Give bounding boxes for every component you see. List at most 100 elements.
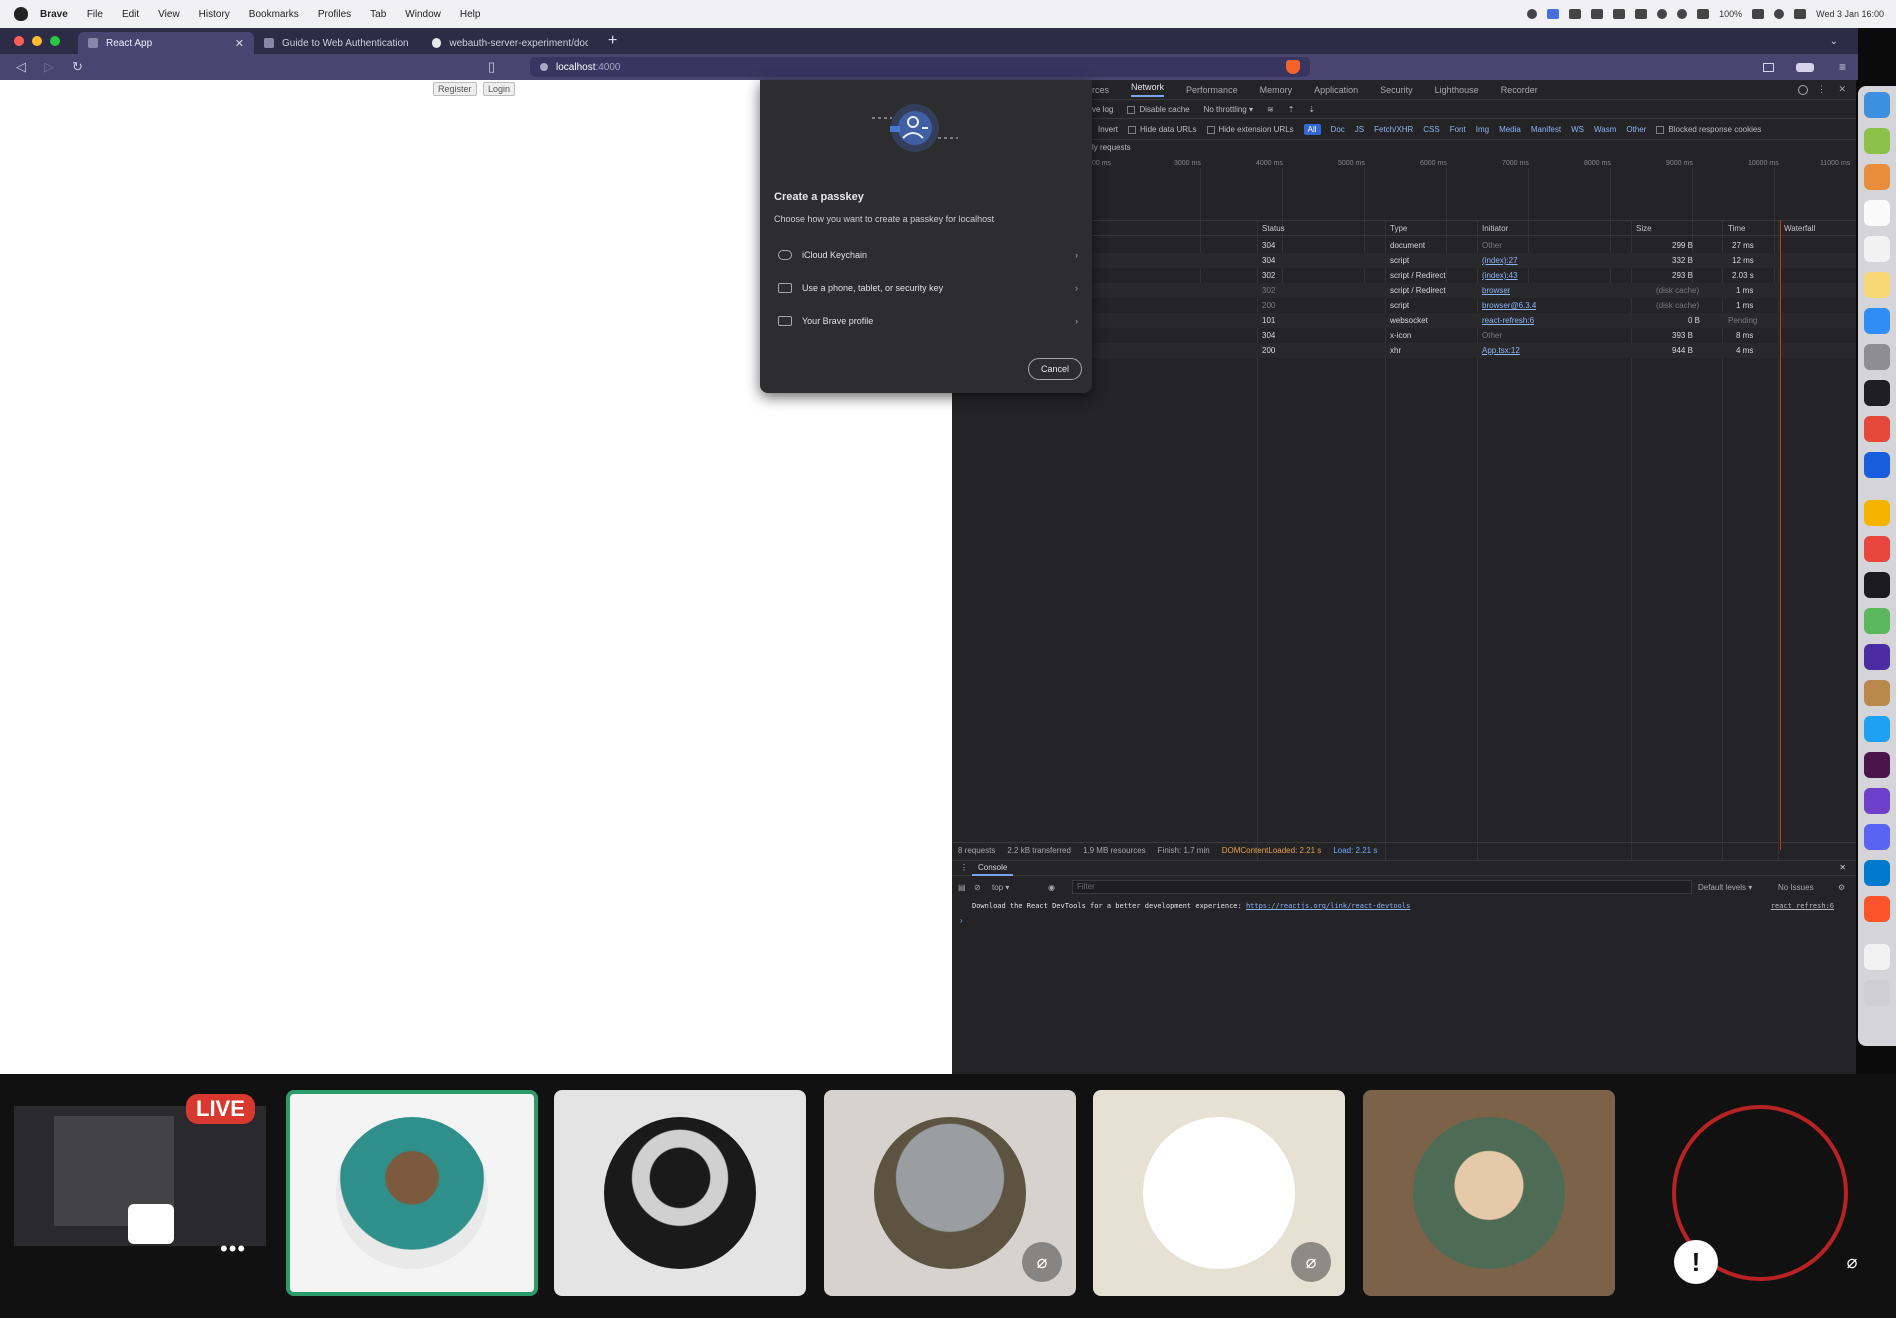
col-status[interactable]: Status <box>1262 224 1285 233</box>
reminders-icon[interactable] <box>1864 236 1890 262</box>
more-options-icon[interactable]: ⋮ <box>1817 84 1826 95</box>
row-initiator-link[interactable]: App.tsx:12 <box>1482 346 1520 355</box>
apple-icon[interactable] <box>14 7 28 21</box>
bitwarden-icon[interactable] <box>1864 452 1890 478</box>
live-expression-eye-icon[interactable]: ◉ <box>1048 883 1055 892</box>
hide-extension-urls[interactable]: Hide extension URLs <box>1206 125 1294 134</box>
vpn-icon[interactable] <box>1796 62 1814 72</box>
sketch-icon[interactable] <box>1864 500 1890 526</box>
filter-other[interactable]: Other <box>1626 125 1646 134</box>
blocked-cookies[interactable]: Blocked response cookies <box>1656 125 1761 134</box>
v-app-icon[interactable] <box>1864 608 1890 634</box>
row-initiator-link[interactable]: (index):27 <box>1482 256 1518 265</box>
register-button[interactable]: Register <box>433 82 477 96</box>
preserve-log-label[interactable]: ve log <box>1092 105 1113 114</box>
vscode-icon[interactable] <box>1864 860 1890 886</box>
col-size[interactable]: Size <box>1636 224 1652 233</box>
memory-icon[interactable] <box>1591 9 1604 19</box>
brave-shields-icon[interactable] <box>1286 60 1300 74</box>
notebook-icon[interactable] <box>1864 680 1890 706</box>
console-prompt-icon[interactable]: › <box>960 916 963 925</box>
row-initiator-link[interactable]: browser <box>1482 286 1510 295</box>
tab-search-chevron-icon[interactable]: ⌄ <box>1830 36 1838 47</box>
close-devtools-icon[interactable]: ✕ <box>1838 84 1846 95</box>
tab-recorder[interactable]: Recorder <box>1501 85 1538 95</box>
terminal-icon[interactable] <box>1864 380 1890 406</box>
finder-icon[interactable] <box>1864 92 1890 118</box>
tab-webauthn-guide[interactable]: Guide to Web Authentication <box>254 32 422 54</box>
slack-icon[interactable] <box>1864 752 1890 778</box>
u-app-icon[interactable] <box>1864 572 1890 598</box>
calendar-app-icon[interactable] <box>1864 200 1890 226</box>
record-icon[interactable] <box>1527 9 1538 19</box>
filter-doc[interactable]: Doc <box>1331 125 1345 134</box>
pinwheel-icon[interactable] <box>1864 536 1890 562</box>
import-har-icon[interactable]: ⇡ <box>1288 105 1295 114</box>
option-phone-security-key[interactable]: Use a phone, tablet, or security key › <box>760 273 1092 303</box>
row-initiator-link[interactable]: browser@6.3.4 <box>1482 301 1536 310</box>
sidebar-toggle-icon[interactable] <box>1763 62 1774 72</box>
filter-js[interactable]: JS <box>1355 125 1364 134</box>
filter-ws[interactable]: WS <box>1571 125 1584 134</box>
console-source-link[interactable]: react_refresh:6 <box>1771 898 1834 914</box>
reload-icon[interactable]: ↻ <box>72 59 84 75</box>
github-desktop-icon[interactable] <box>1864 788 1890 814</box>
filter-manifest[interactable]: Manifest <box>1531 125 1561 134</box>
tab-lighthouse[interactable]: Lighthouse <box>1435 85 1479 95</box>
tab-application[interactable]: Application <box>1314 85 1358 95</box>
throttling-select[interactable]: No throttling ▾ <box>1204 105 1253 114</box>
filter-fetch-xhr[interactable]: Fetch/XHR <box>1374 125 1413 134</box>
trash-icon[interactable] <box>1864 980 1890 1006</box>
third-party-requests-label[interactable]: ly requests <box>1092 143 1131 152</box>
menu-app-name[interactable]: Brave <box>40 9 68 20</box>
more-options-icon[interactable]: ••• <box>220 1236 246 1262</box>
screen-share-icon[interactable] <box>1547 9 1560 19</box>
arc-icon[interactable] <box>1864 644 1890 670</box>
bluetooth-icon[interactable] <box>1657 9 1668 19</box>
row-initiator-link[interactable]: (index):43 <box>1482 271 1518 280</box>
issues-count[interactable]: No Issues <box>1778 883 1814 892</box>
react-devtools-link[interactable]: https://reactjs.org/link/react-devtools <box>1246 902 1410 910</box>
participant-tile[interactable]: ⌀ <box>1093 1090 1345 1296</box>
context-select[interactable]: top ▾ <box>992 883 1009 892</box>
battery-icon[interactable] <box>1752 9 1765 19</box>
app-store-icon[interactable] <box>1864 308 1890 334</box>
login-button[interactable]: Login <box>483 82 516 96</box>
export-har-icon[interactable]: ⇣ <box>1308 105 1315 114</box>
close-window-button[interactable] <box>14 36 24 46</box>
filter-media[interactable]: Media <box>1499 125 1521 134</box>
brave-icon[interactable] <box>1864 896 1890 922</box>
photos-icon[interactable] <box>1864 164 1890 190</box>
wifi-icon[interactable] <box>1774 9 1785 19</box>
console-filter-input[interactable]: Filter <box>1072 880 1692 894</box>
menu-icon[interactable]: ≡ <box>1839 60 1846 74</box>
settings-gear-icon[interactable] <box>1798 84 1808 95</box>
tab-github-repo[interactable]: webauth-server-experiment/docs/ <box>422 32 598 54</box>
menu-profiles[interactable]: Profiles <box>318 9 351 20</box>
menu-history[interactable]: History <box>199 9 230 20</box>
participant-tile[interactable]: ⌀ <box>824 1090 1076 1296</box>
col-time[interactable]: Time <box>1728 224 1745 233</box>
tab-react-app[interactable]: React App ✕ <box>78 32 254 54</box>
bird-app-icon[interactable] <box>1864 716 1890 742</box>
new-tab-button[interactable]: + <box>608 32 617 50</box>
row-initiator-link[interactable]: react-refresh:6 <box>1482 316 1534 325</box>
zoom-window-button[interactable] <box>50 36 60 46</box>
forward-icon[interactable]: ▷ <box>44 59 56 75</box>
documents-folder-icon[interactable] <box>1864 944 1890 970</box>
filter-wasm[interactable]: Wasm <box>1594 125 1616 134</box>
headphones-icon[interactable] <box>1677 9 1688 19</box>
disable-cache-checkbox[interactable]: Disable cache <box>1127 105 1190 114</box>
console-tab[interactable]: Console <box>972 861 1014 876</box>
console-sidebar-icon[interactable]: ▤ <box>958 883 966 892</box>
tab-network[interactable]: Network <box>1131 82 1165 97</box>
menu-bookmarks[interactable]: Bookmarks <box>249 9 299 20</box>
participant-tile[interactable] <box>1363 1090 1615 1296</box>
back-icon[interactable]: ◁ <box>16 59 28 75</box>
minimize-window-button[interactable] <box>32 36 42 46</box>
invert-filter[interactable]: Invert <box>1098 125 1118 134</box>
option-brave-profile[interactable]: Your Brave profile › <box>760 306 1092 336</box>
system-settings-icon[interactable] <box>1864 344 1890 370</box>
menu-help[interactable]: Help <box>460 9 481 20</box>
bookmark-icon[interactable]: ▯ <box>488 59 500 75</box>
